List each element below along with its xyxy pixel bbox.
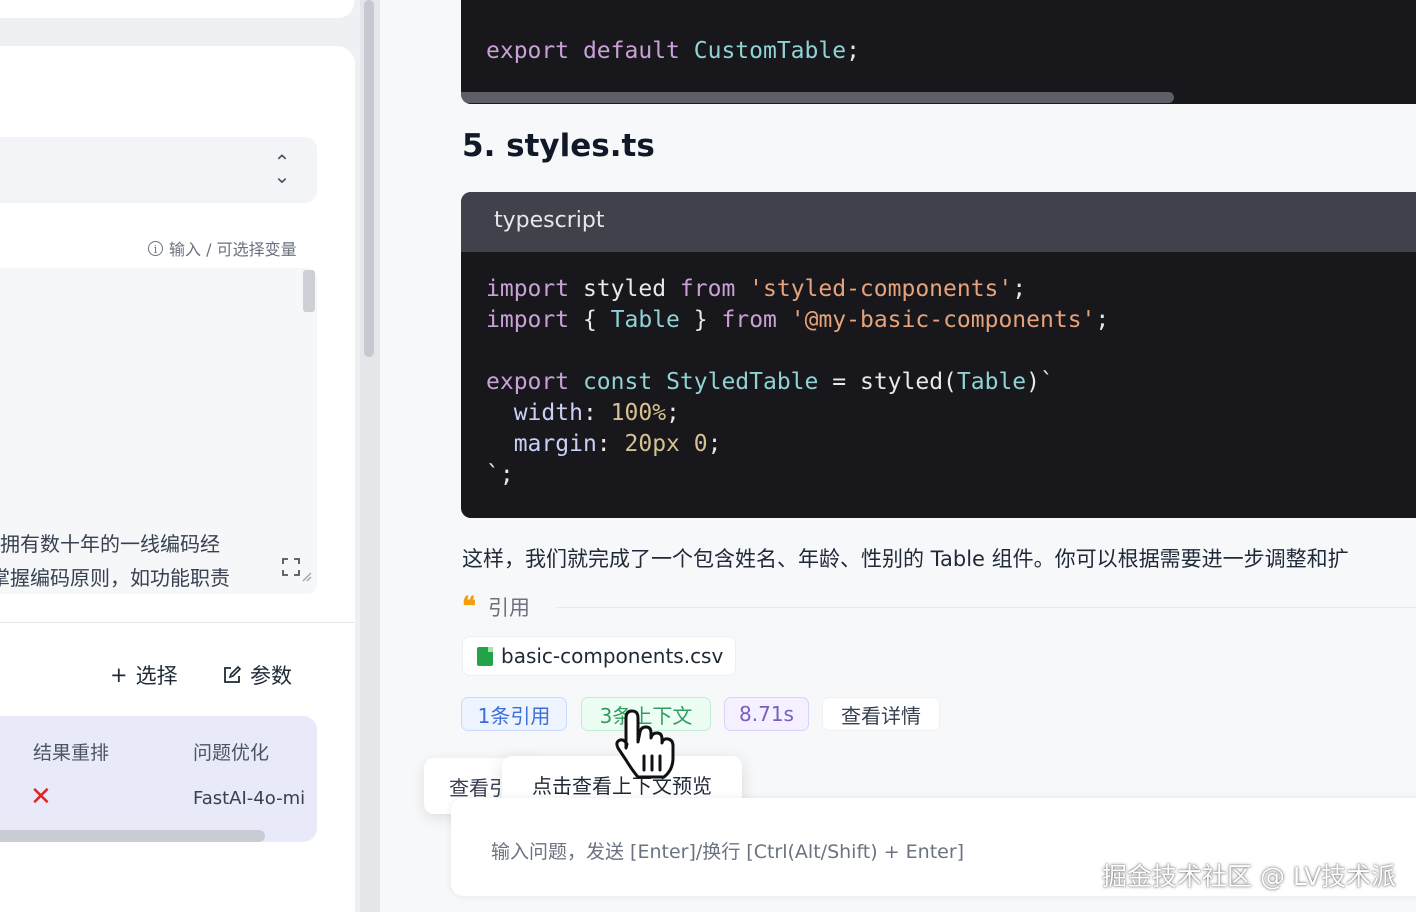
chat-input-placeholder: 输入问题，发送 [Enter]/换行 [Ctrl(Alt/Shift) + En… bbox=[491, 841, 965, 863]
citation-count-tag[interactable]: 1条引用 bbox=[461, 697, 567, 731]
file-name: basic-components.csv bbox=[501, 644, 724, 668]
code-line: `; bbox=[486, 462, 514, 488]
divider bbox=[0, 622, 355, 623]
code-line: import styled from 'styled-components'; bbox=[486, 276, 1027, 302]
chevron-updown-icon[interactable]: ⌃ ⌄ bbox=[272, 152, 292, 186]
section-heading: 5. styles.ts bbox=[462, 128, 655, 164]
column-header-optimize: 问题优化 bbox=[193, 742, 270, 764]
resize-handle-icon[interactable] bbox=[300, 570, 312, 582]
select-button-label: 选择 bbox=[135, 664, 178, 688]
view-details-button[interactable]: 查看详情 bbox=[822, 697, 940, 731]
optimize-model-cell: FastAI-4o-mi bbox=[193, 788, 306, 809]
citation-label: 引用 bbox=[488, 596, 530, 620]
close-icon: ✕ bbox=[30, 782, 52, 812]
code-block: typescript import styled from 'styled-co… bbox=[461, 192, 1416, 518]
config-table bbox=[0, 716, 317, 842]
left-pane-scrollbar[interactable] bbox=[364, 0, 374, 357]
hand-pointer-icon bbox=[615, 709, 675, 779]
code-block-previous: export default CustomTable; bbox=[461, 0, 1416, 104]
code-line: import { Table } from '@my-basic-compone… bbox=[486, 307, 1110, 333]
tooltip-back-text: 查看引 bbox=[449, 776, 509, 800]
code-line: margin: 20px 0; bbox=[513, 431, 722, 457]
info-icon: i bbox=[148, 240, 163, 256]
variable-hint: i 输入 / 可选择变量 bbox=[148, 236, 297, 260]
answer-text: 这样，我们就完成了一个包含姓名、年龄、性别的 Table 组件。你可以根据需要进… bbox=[462, 547, 1349, 571]
edit-icon bbox=[224, 665, 242, 683]
code-content: import styled from 'styled-components'; … bbox=[486, 274, 1109, 491]
params-button[interactable]: 参数 bbox=[222, 660, 292, 690]
code-language-bar: typescript bbox=[461, 192, 1416, 252]
select-button[interactable]: + 选择 bbox=[110, 660, 178, 690]
plus-icon: + bbox=[110, 663, 128, 687]
csv-file-icon bbox=[477, 646, 493, 666]
code-line: width: 100%; bbox=[513, 400, 680, 426]
column-header-rerank: 结果重排 bbox=[33, 742, 110, 764]
model-select[interactable] bbox=[0, 137, 317, 203]
prompt-scrollbar[interactable] bbox=[303, 270, 315, 312]
watermark: 掘金技术社区 @ LV技术派 bbox=[1102, 862, 1397, 891]
response-time-tag: 8.71s bbox=[724, 697, 809, 731]
code-line: export const StyledTable = styled(Table)… bbox=[486, 369, 1054, 395]
code-scrollbar[interactable] bbox=[461, 92, 1174, 103]
code-line: export default CustomTable; bbox=[486, 38, 860, 64]
citation-header: ❝ 引用 bbox=[462, 592, 530, 622]
prompt-text-line: 拥有数十年的一线编码经 bbox=[0, 532, 220, 556]
config-top-card bbox=[0, 0, 354, 18]
code-language-label: typescript bbox=[494, 208, 605, 233]
quote-icon: ❝ bbox=[462, 592, 476, 622]
variable-hint-text: 输入 / 可选择变量 bbox=[169, 240, 297, 259]
expand-icon[interactable] bbox=[282, 558, 300, 576]
table-scrollbar[interactable] bbox=[0, 830, 265, 842]
prompt-text-line: 掌握编码原则，如功能职责 bbox=[0, 566, 230, 590]
divider bbox=[557, 607, 1416, 608]
params-button-label: 参数 bbox=[250, 664, 292, 688]
citation-file-chip[interactable]: basic-components.csv bbox=[462, 636, 737, 676]
